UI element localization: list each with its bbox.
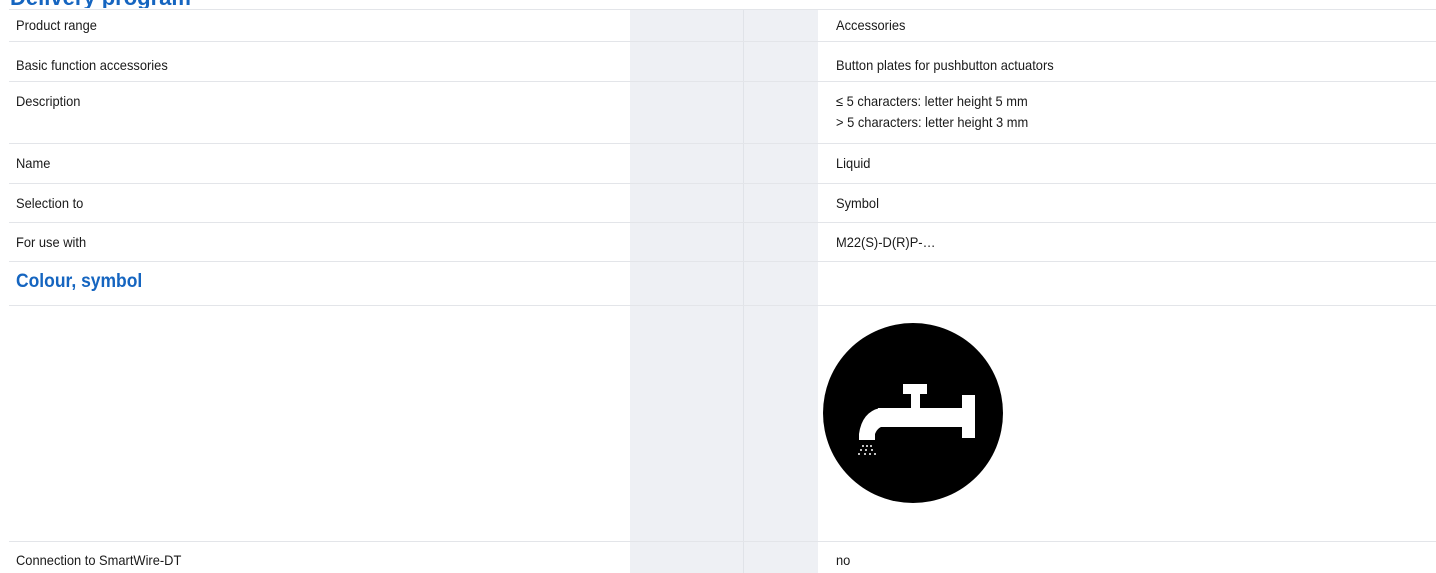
table-row: For use with M22(S)-D(R)P-… bbox=[9, 223, 1436, 262]
table-row: Product range Accessories bbox=[9, 10, 1436, 42]
section-title: Colour, symbol bbox=[16, 271, 143, 292]
table-row: Basic function accessories Button plates… bbox=[9, 42, 1436, 82]
table-row: Selection to Symbol bbox=[9, 184, 1436, 223]
row-label: Basic function accessories bbox=[16, 57, 168, 73]
liquid-tap-icon bbox=[822, 322, 1004, 504]
row-value: Symbol bbox=[836, 195, 879, 211]
symbol-row bbox=[9, 306, 1436, 542]
row-value-line-2: > 5 characters: letter height 3 mm bbox=[836, 114, 1029, 130]
table-row: Description ≤ 5 characters: letter heigh… bbox=[9, 82, 1436, 144]
row-label: For use with bbox=[16, 234, 87, 250]
row-label: Description bbox=[16, 93, 81, 109]
page-heading: Delivery program bbox=[10, 0, 191, 8]
row-label: Name bbox=[16, 155, 51, 171]
row-value: Button plates for pushbutton actuators bbox=[836, 57, 1054, 73]
row-value: Accessories bbox=[836, 17, 906, 33]
row-label: Connection to SmartWire-DT bbox=[16, 552, 182, 568]
table-row: Name Liquid bbox=[9, 144, 1436, 184]
row-value: no bbox=[836, 552, 851, 568]
table-row: Connection to SmartWire-DT no bbox=[9, 542, 1436, 573]
product-spec-table: Delivery program Product range Accessori… bbox=[0, 0, 1436, 573]
section-row: Colour, symbol bbox=[9, 262, 1436, 306]
row-label: Selection to bbox=[16, 195, 84, 211]
row-label: Product range bbox=[16, 17, 97, 33]
row-value-line-1: ≤ 5 characters: letter height 5 mm bbox=[836, 93, 1028, 109]
row-value: Liquid bbox=[836, 155, 871, 171]
row-value: M22(S)-D(R)P-… bbox=[836, 234, 936, 250]
